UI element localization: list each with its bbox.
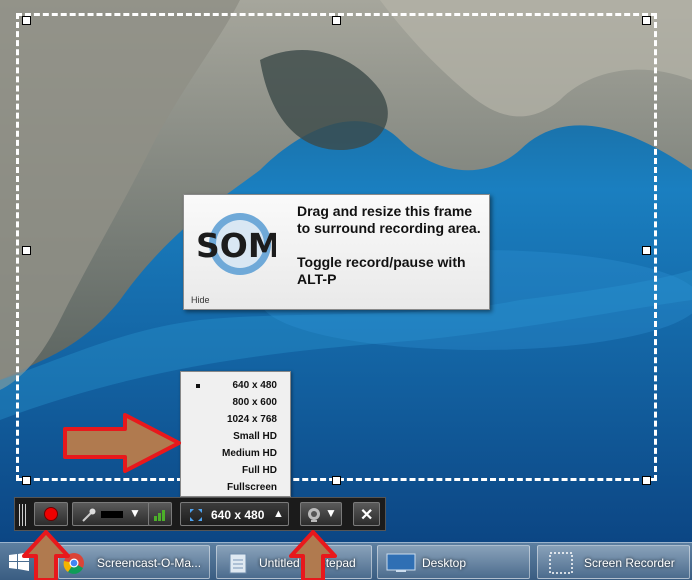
record-icon xyxy=(44,507,58,521)
resize-icon xyxy=(190,509,202,521)
taskbar-item-desktop[interactable]: Desktop xyxy=(377,545,530,579)
annotation-arrow-up-icon xyxy=(289,530,337,580)
record-button[interactable] xyxy=(34,502,68,526)
size-dropdown[interactable]: 640 x 480 ▲ xyxy=(180,502,289,526)
tooltip-text: Drag and resize this frame to surround r… xyxy=(297,203,487,305)
toolbar-grip[interactable] xyxy=(19,504,27,526)
frame-handle-top-center[interactable] xyxy=(332,16,341,25)
size-option-1024x768[interactable]: 1024 x 768 xyxy=(181,411,290,428)
size-value: 640 x 480 xyxy=(211,508,265,522)
annotation-arrow-up-icon xyxy=(22,530,70,580)
taskbar-label: Desktop xyxy=(422,556,467,570)
webcam-dropdown[interactable]: ▼ xyxy=(300,502,342,526)
taskbar-label: Screencast-O-Ma... xyxy=(97,556,202,570)
microphone-dropdown[interactable]: ▼ xyxy=(72,502,150,526)
taskbar-item-screen-recorder[interactable]: Screen Recorder xyxy=(537,545,690,579)
chevron-up-icon: ▲ xyxy=(273,508,284,520)
taskbar: Screencast-O-Ma... Untitled - Notepad De… xyxy=(0,542,692,580)
screen-recorder-icon xyxy=(549,552,573,574)
som-logo-text: SOM xyxy=(196,226,276,265)
size-option-800x600[interactable]: 800 x 600 xyxy=(181,394,290,411)
microphone-icon xyxy=(82,508,96,522)
hide-link[interactable]: Hide xyxy=(191,295,210,305)
size-option-small-hd[interactable]: Small HD xyxy=(181,428,290,445)
size-option-full-hd[interactable]: Full HD xyxy=(181,462,290,479)
frame-handle-top-right[interactable] xyxy=(642,16,651,25)
volume-level-icon xyxy=(154,510,165,521)
frame-handle-bottom-left[interactable] xyxy=(22,476,31,485)
som-logo: SOM xyxy=(194,204,281,282)
taskbar-label: Screen Recorder xyxy=(584,556,675,570)
frame-handle-top-left[interactable] xyxy=(22,16,31,25)
chevron-down-icon: ▼ xyxy=(129,506,141,520)
frame-handle-bottom-center[interactable] xyxy=(332,476,341,485)
recorder-toolbar: ▼ 640 x 480 ▲ ▼ ✕ xyxy=(14,497,386,531)
audio-level-button[interactable] xyxy=(148,502,172,526)
frame-handle-bottom-right[interactable] xyxy=(642,476,651,485)
annotation-arrow-right-icon xyxy=(63,413,181,473)
close-button[interactable]: ✕ xyxy=(353,502,380,526)
size-option-fullscreen[interactable]: Fullscreen xyxy=(181,479,290,496)
instruction-tooltip: SOM Drag and resize this frame to surrou… xyxy=(183,194,490,310)
close-icon: ✕ xyxy=(360,507,374,524)
desktop-icon xyxy=(386,553,416,572)
size-menu: 640 x 480 800 x 600 1024 x 768 Small HD … xyxy=(180,371,291,497)
tooltip-instruction-frame: Drag and resize this frame to surround r… xyxy=(297,203,481,236)
size-option-medium-hd[interactable]: Medium HD xyxy=(181,445,290,462)
tooltip-instruction-toggle: Toggle record/pause with ALT-P xyxy=(297,254,466,287)
mic-level-bar xyxy=(101,511,123,518)
notepad-icon xyxy=(229,553,247,574)
chevron-down-icon: ▼ xyxy=(325,506,337,520)
frame-handle-middle-left[interactable] xyxy=(22,246,31,255)
webcam-icon xyxy=(308,508,320,522)
size-option-640x480[interactable]: 640 x 480 xyxy=(181,377,290,394)
taskbar-item-screencast[interactable]: Screencast-O-Ma... xyxy=(58,545,210,579)
frame-handle-middle-right[interactable] xyxy=(642,246,651,255)
